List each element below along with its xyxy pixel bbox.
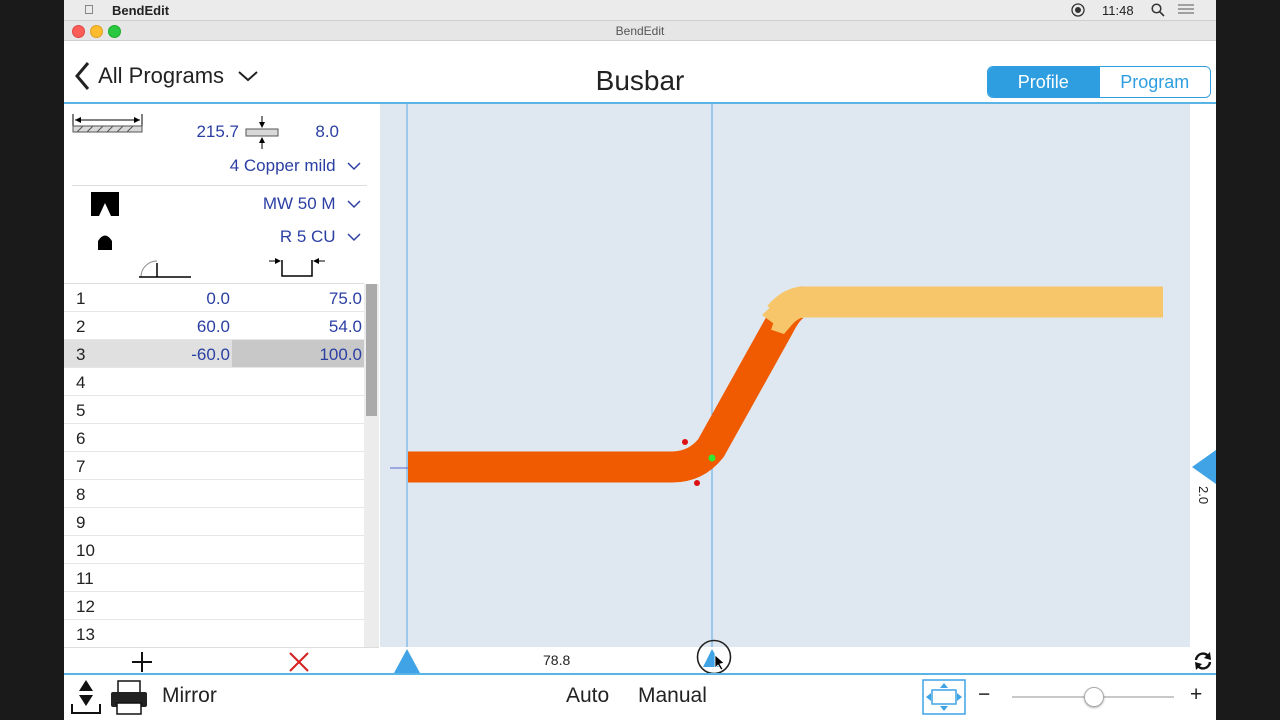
table-row[interactable]: 10 xyxy=(64,536,364,564)
mirror-button[interactable]: Mirror xyxy=(162,684,217,708)
thickness-value[interactable]: 8.0 xyxy=(294,122,339,142)
view-segmented-control: Profile Program xyxy=(987,66,1211,98)
row-number: 2 xyxy=(76,317,86,336)
search-icon[interactable] xyxy=(1151,3,1165,20)
length-cell[interactable]: 100.0 xyxy=(244,345,362,365)
menu-clock: 11:48 xyxy=(1102,3,1134,18)
punch-label: R 5 CU xyxy=(279,227,336,246)
table-footer xyxy=(64,647,379,674)
bend-point-top xyxy=(682,439,688,445)
right-ruler-value: 2.0 xyxy=(1196,486,1211,505)
die-icon xyxy=(91,192,119,216)
die-label: MW 50 M xyxy=(262,194,336,213)
refresh-icon[interactable] xyxy=(1192,650,1214,672)
length-cell[interactable]: 75.0 xyxy=(244,289,362,309)
profile-canvas[interactable] xyxy=(380,104,1190,667)
chevron-down-icon xyxy=(347,162,361,171)
table-row[interactable]: 7 xyxy=(64,452,364,480)
row-number: 1 xyxy=(76,289,86,308)
bottom-toolbar: Mirror Auto Manual − + xyxy=(64,673,1216,720)
bend-point-bottom xyxy=(694,480,700,486)
table-row[interactable]: 11 xyxy=(64,564,364,592)
bend-angle-column-icon xyxy=(139,260,191,278)
length-icon xyxy=(72,114,143,133)
flange-length-column-icon xyxy=(269,258,325,277)
table-row[interactable]: 1 0.0 75.0 xyxy=(64,284,364,312)
punch-dropdown[interactable]: R 5 CU xyxy=(214,227,362,247)
tab-program[interactable]: Program xyxy=(1098,67,1210,97)
app-window: BendEdit All Programs Busbar Profile Pro… xyxy=(64,21,1216,720)
row-number: 12 xyxy=(76,597,95,616)
length-cell[interactable]: 54.0 xyxy=(244,317,362,337)
sort-arrows-icon[interactable] xyxy=(70,678,102,716)
table-row[interactable]: 6 xyxy=(64,424,364,452)
tab-profile[interactable]: Profile xyxy=(988,67,1099,97)
zoom-slider-thumb[interactable] xyxy=(1084,687,1104,707)
left-panel: 215.7 8.0 4 Copper mild MW 50 M R 5 CU 1… xyxy=(64,104,379,667)
angle-cell[interactable]: -60.0 xyxy=(164,345,230,365)
table-row[interactable]: 12 xyxy=(64,592,364,620)
length-value[interactable]: 215.7 xyxy=(174,122,239,142)
row-number: 3 xyxy=(76,345,86,364)
window-title: BendEdit xyxy=(615,24,665,38)
row-number: 6 xyxy=(76,429,86,448)
bend-ruler-marker[interactable] xyxy=(696,639,734,675)
bottom-ruler: 78.8 xyxy=(380,639,1216,675)
table-row[interactable]: 4 xyxy=(64,368,364,396)
menu-bar:  BendEdit 11:48 xyxy=(64,0,1216,21)
chevron-down-icon xyxy=(347,200,361,209)
angle-cell[interactable]: 0.0 xyxy=(164,289,230,309)
window-title-bar: BendEdit xyxy=(64,21,1216,41)
row-number: 9 xyxy=(76,513,86,532)
auto-button[interactable]: Auto xyxy=(566,684,609,708)
finished-segment xyxy=(767,286,1163,334)
row-number: 13 xyxy=(76,625,95,644)
apple-icon[interactable]:  xyxy=(84,2,94,17)
bottom-ruler-value: 78.8 xyxy=(543,652,571,668)
print-icon[interactable] xyxy=(110,679,148,715)
die-dropdown[interactable]: MW 50 M xyxy=(214,194,362,214)
row-number: 8 xyxy=(76,485,86,504)
table-row[interactable]: 5 xyxy=(64,396,364,424)
chevron-down-icon xyxy=(347,233,361,242)
manual-button[interactable]: Manual xyxy=(638,684,707,708)
menu-app-name[interactable]: BendEdit xyxy=(112,3,169,18)
row-number: 4 xyxy=(76,373,86,392)
left-ruler-marker[interactable] xyxy=(394,649,420,673)
table-row[interactable]: 9 xyxy=(64,508,364,536)
table-row[interactable]: 13 xyxy=(64,620,364,648)
divider xyxy=(72,185,367,186)
right-ruler-marker[interactable] xyxy=(1192,450,1216,484)
material-dropdown[interactable]: 4 Copper mild xyxy=(204,156,362,176)
thickness-icon xyxy=(245,116,279,149)
table-row[interactable]: 8 xyxy=(64,480,364,508)
profile-drawing xyxy=(390,104,1163,667)
fit-to-screen-icon[interactable] xyxy=(922,679,966,715)
add-icon[interactable] xyxy=(130,651,154,673)
row-number: 10 xyxy=(76,541,95,560)
row-number: 7 xyxy=(76,457,86,476)
record-icon[interactable] xyxy=(1071,3,1085,20)
zoom-out-button[interactable]: − xyxy=(978,683,990,707)
right-ruler: 2.0 xyxy=(1190,104,1216,667)
table-scrollbar-thumb[interactable] xyxy=(366,284,377,416)
table-row[interactable]: 3 -60.0 100.0 xyxy=(64,340,364,368)
delete-icon[interactable] xyxy=(288,651,310,673)
active-segment xyxy=(408,286,806,483)
table-row[interactable]: 2 60.0 54.0 xyxy=(64,312,364,340)
angle-cell[interactable]: 60.0 xyxy=(164,317,230,337)
list-icon[interactable] xyxy=(1178,4,1194,19)
bend-table: 1 0.0 75.0 2 60.0 54.0 3 -60.0 100.0 4 5 6 7 8 9 10 11 12… xyxy=(64,284,364,667)
bend-point-center xyxy=(708,454,716,462)
zoom-in-button[interactable]: + xyxy=(1190,683,1202,707)
row-number: 5 xyxy=(76,401,86,420)
punch-icon xyxy=(98,235,112,250)
nav-bar: All Programs Busbar Profile Program xyxy=(64,41,1216,104)
material-label: 4 Copper mild xyxy=(229,156,336,175)
row-number: 11 xyxy=(76,569,94,588)
